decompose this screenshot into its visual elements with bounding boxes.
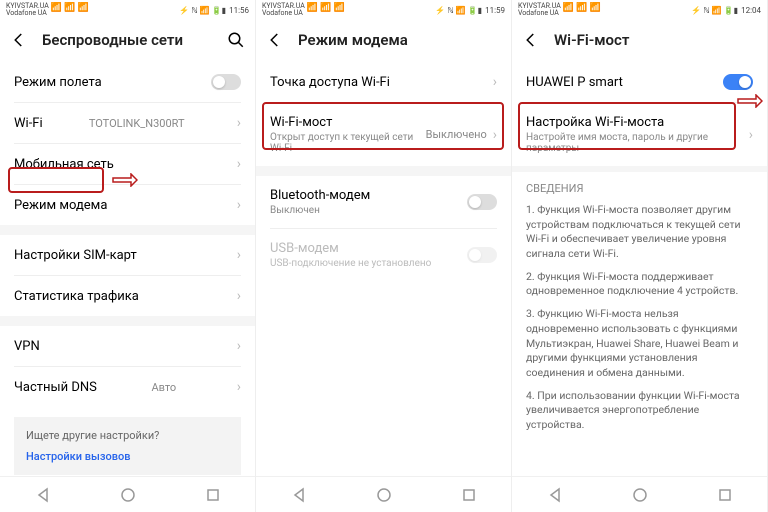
- chevron-right-icon: ›: [237, 288, 241, 304]
- chevron-right-icon: ›: [237, 156, 241, 172]
- toggle-on[interactable]: [723, 74, 753, 90]
- clock: 11:59: [485, 6, 505, 15]
- header: Режим модема: [256, 18, 511, 62]
- clock: 11:56: [229, 6, 249, 15]
- clock: 12:04: [741, 6, 761, 15]
- header: Беспроводные сети: [0, 18, 255, 62]
- nav-recent-icon[interactable]: [461, 487, 477, 503]
- back-icon[interactable]: [10, 31, 28, 49]
- nfc-icon: ⚡ ℕ 📶 🔋▮: [691, 6, 738, 15]
- info-text: 4. При использовании функции Wi-Fi-моста…: [512, 385, 767, 437]
- signal-icon: 📶 📶 📶: [307, 3, 345, 17]
- row-wifi-bridge[interactable]: Wi-Fi-мост Открыт доступ к текущей сети …: [256, 103, 511, 166]
- navbar: [512, 476, 767, 512]
- chevron-right-icon: ›: [493, 74, 497, 90]
- nfc-icon: ⚡ ℕ 📶 🔋▮: [435, 6, 482, 15]
- nfc-icon: ⚡ ℕ 📶 🔋▮: [179, 6, 226, 15]
- page-title: Wi-Fi-мост: [554, 31, 757, 49]
- chevron-right-icon: ›: [237, 379, 241, 395]
- nav-home-icon[interactable]: [632, 487, 648, 503]
- row-device-name[interactable]: HUAWEI P smart: [512, 62, 767, 102]
- row-tethering[interactable]: Режим модема ›: [0, 185, 255, 225]
- chevron-right-icon: ›: [237, 197, 241, 213]
- chevron-right-icon: ›: [237, 115, 241, 131]
- row-bluetooth-modem[interactable]: Bluetooth-модем Выключен: [256, 176, 511, 228]
- info-text: 1. Функция Wi-Fi-моста позволяет другим …: [512, 199, 767, 266]
- hint-box: Ищете другие настройки? Настройки вызово…: [14, 417, 241, 475]
- toggle-off[interactable]: [467, 194, 497, 210]
- nav-recent-icon[interactable]: [205, 487, 221, 503]
- section-heading: СВЕДЕНИЯ: [512, 172, 767, 199]
- content-area: Точка доступа Wi-Fi › Wi-Fi-мост Открыт …: [256, 62, 511, 476]
- status-bar: KYIVSTAR.UA Vodafone UA 📶 📶 📶 ⚡ ℕ 📶 🔋▮ 1…: [0, 0, 255, 18]
- back-icon[interactable]: [522, 31, 540, 49]
- chevron-right-icon: ›: [237, 247, 241, 263]
- back-icon[interactable]: [266, 31, 284, 49]
- navbar: [256, 476, 511, 512]
- info-text: 3. Функцию Wi-Fi-моста нельзя одновремен…: [512, 303, 767, 384]
- page-title: Беспроводные сети: [42, 31, 213, 49]
- nav-home-icon[interactable]: [120, 487, 136, 503]
- phone-screen-2: KYIVSTAR.UA Vodafone UA 📶 📶 📶 ⚡ ℕ 📶 🔋▮ 1…: [256, 0, 512, 512]
- phone-screen-1: KYIVSTAR.UA Vodafone UA 📶 📶 📶 ⚡ ℕ 📶 🔋▮ 1…: [0, 0, 256, 512]
- navbar: [0, 476, 255, 512]
- nav-back-icon[interactable]: [35, 487, 51, 503]
- row-vpn[interactable]: VPN ›: [0, 326, 255, 366]
- status-bar: KYIVSTAR.UA Vodafone UA 📶 📶 📶 ⚡ ℕ 📶 🔋▮ 1…: [512, 0, 767, 18]
- toggle-off[interactable]: [211, 74, 241, 90]
- content-area: Режим полета Wi-Fi TOTOLINK_N300RT › Моб…: [0, 62, 255, 476]
- phone-screen-3: KYIVSTAR.UA Vodafone UA 📶 📶 📶 ⚡ ℕ 📶 🔋▮ 1…: [512, 0, 768, 512]
- info-text: 2. Функция Wi-Fi-моста поддерживает одно…: [512, 266, 767, 303]
- row-traffic-stats[interactable]: Статистика трафика ›: [0, 276, 255, 316]
- nav-back-icon[interactable]: [291, 487, 307, 503]
- nav-recent-icon[interactable]: [717, 487, 733, 503]
- row-sim-settings[interactable]: Настройки SIM-карт ›: [0, 235, 255, 275]
- nav-home-icon[interactable]: [376, 487, 392, 503]
- nav-back-icon[interactable]: [547, 487, 563, 503]
- arrow-annotation: [112, 173, 138, 187]
- chevron-right-icon: ›: [237, 338, 241, 354]
- page-title: Режим модема: [298, 31, 501, 49]
- row-private-dns[interactable]: Частный DNS Авто ›: [0, 367, 255, 407]
- row-usb-modem: USB-модем USB-подключение не установлено: [256, 229, 511, 281]
- signal-icon: 📶 📶 📶: [563, 3, 601, 17]
- content-area: HUAWEI P smart Настройка Wi-Fi-моста Нас…: [512, 62, 767, 476]
- row-hotspot[interactable]: Точка доступа Wi-Fi ›: [256, 62, 511, 102]
- chevron-right-icon: ›: [749, 127, 753, 143]
- row-wifi[interactable]: Wi-Fi TOTOLINK_N300RT ›: [0, 103, 255, 143]
- row-airplane-mode[interactable]: Режим полета: [0, 62, 255, 102]
- header: Wi-Fi-мост: [512, 18, 767, 62]
- row-bridge-config[interactable]: Настройка Wi-Fi-моста Настройте имя мост…: [512, 103, 767, 166]
- status-bar: KYIVSTAR.UA Vodafone UA 📶 📶 📶 ⚡ ℕ 📶 🔋▮ 1…: [256, 0, 511, 18]
- signal-icon: 📶 📶 📶: [51, 3, 89, 17]
- link-call-settings[interactable]: Настройки вызовов: [26, 450, 229, 463]
- chevron-right-icon: ›: [493, 127, 497, 143]
- toggle-disabled: [467, 247, 497, 263]
- search-icon[interactable]: [227, 31, 245, 49]
